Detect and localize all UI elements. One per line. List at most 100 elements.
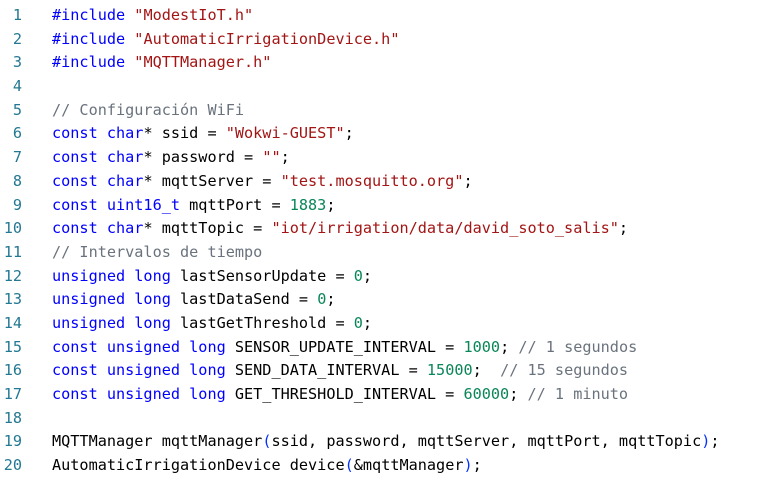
code-text: const char* mqttServer = "test.mosquitto… [52,170,473,194]
code-line[interactable]: 15 const unsigned long SENSOR_UPDATE_INTE… [0,336,757,360]
code-line[interactable]: 10 const char* mqttTopic = "iot/irrigatio… [0,217,757,241]
code-token: // Configuración WiFi [52,100,245,119]
line-number: 12 [3,266,22,285]
code-token: const char [52,171,144,190]
code-token: ssid, password, mqttServer, mqttPort, mq… [271,432,702,451]
code-token: ; [509,385,528,403]
code-token: ; [618,219,629,238]
code-token: ; [362,313,373,332]
code-line[interactable]: 18 [0,407,757,431]
code-line[interactable]: 2 #include "AutomaticIrrigationDevice.h" [0,28,757,52]
line-number: 20 [3,456,22,475]
code-token: ; [472,456,482,475]
code-token: // 1 segundos [518,337,638,356]
code-token: "test.mosquitto.org" [280,171,464,190]
line-number: 5 [12,100,22,119]
code-token: * mqttServer = [143,171,281,190]
line-number: 17 [3,385,22,403]
code-line[interactable]: 1 #include "ModestIoT.h" [0,4,757,28]
code-editor[interactable]: 1 #include "ModestIoT.h" 2 #include "Automa… [0,4,757,484]
code-text: const char* ssid = "Wokwi-GUEST"; [52,122,354,146]
line-number: 8 [12,171,22,190]
code-text: const char* mqttTopic = "iot/irrigation/… [52,217,628,241]
code-text: #include "AutomaticIrrigationDevice.h" [52,28,399,52]
line-number: 7 [12,148,22,167]
code-line[interactable]: 17 const unsigned long GET_THRESHOLD_INTE… [0,383,757,407]
code-line[interactable]: 5 // Configuración WiFi [0,99,757,123]
code-text: unsigned long lastDataSend = 0; [52,288,336,312]
code-line[interactable]: 9 const uint16_t mqttPort = 1883; [0,194,757,218]
code-token: lastSensorUpdate = [170,266,354,285]
code-text: unsigned long lastGetThreshold = 0; [52,312,372,336]
code-text: MQTTManager mqttManager(ssid, password, … [52,430,720,454]
code-text: const char* password = ""; [52,146,290,170]
line-number: 10 [3,219,22,238]
code-token: // Intervalos de tiempo [52,242,263,261]
code-line[interactable]: 19 MQTTManager mqttManager(ssid, password… [0,430,757,454]
line-number: 15 [3,337,22,356]
code-line[interactable]: 4 [0,75,757,99]
line-number: 19 [3,432,22,451]
line-number: 14 [3,313,22,332]
code-token: AutomaticIrrigationDevice device [52,456,345,475]
code-token: ; [500,337,519,356]
code-text: unsigned long lastSensorUpdate = 0; [52,265,372,289]
line-number: 4 [12,77,22,96]
code-text: AutomaticIrrigationDevice device(&mqttMa… [52,454,482,478]
line-number: 3 [12,53,22,72]
code-token: "Wokwi-GUEST" [225,124,345,143]
line-number: 6 [12,124,22,143]
line-number: 9 [12,195,22,214]
code-token: const char [52,219,144,238]
code-text: const unsigned long GET_THRESHOLD_INTERV… [52,383,628,407]
code-token: ; [326,195,336,214]
code-text: const unsigned long SENSOR_UPDATE_INTERV… [52,336,637,360]
code-token: #include [52,29,135,48]
code-token: "AutomaticIrrigationDevice.h" [134,29,400,48]
code-token: #include [52,53,135,72]
code-token: 0 [353,313,363,332]
code-token: "" [262,148,281,167]
code-token: 0 [353,266,363,285]
code-token: 60000 [463,385,510,403]
code-line[interactable]: 3 #include "MQTTManager.h" [0,51,757,75]
code-line[interactable]: 20 AutomaticIrrigationDevice device(&mqtt… [0,454,757,478]
code-token: const unsigned long [52,337,226,356]
code-text: #include "ModestIoT.h" [52,4,253,28]
code-token: ; [344,124,354,143]
code-token: SENSOR_UPDATE_INTERVAL = [225,337,464,356]
line-number: 18 [3,408,22,427]
code-token: ( [344,456,354,475]
code-line[interactable]: 12 unsigned long lastSensorUpdate = 0; [0,265,757,289]
code-line[interactable]: 6 const char* ssid = "Wokwi-GUEST"; [0,122,757,146]
code-token: unsigned long [52,290,171,309]
code-token: GET_THRESHOLD_INTERVAL = [225,385,464,403]
code-token: ) [463,456,473,475]
code-token: const unsigned long [52,385,226,403]
code-token: unsigned long [52,313,171,332]
code-token: const unsigned long [52,361,226,380]
line-number: 16 [3,361,22,380]
code-line[interactable]: 13 unsigned long lastDataSend = 0; [0,288,757,312]
code-token: const uint16_t [52,195,181,214]
line-number: 1 [12,6,22,24]
code-token: * password = [143,148,263,167]
code-line[interactable]: 11 // Intervalos de tiempo [0,241,757,265]
code-token: 1000 [463,337,501,356]
code-token: unsigned long [52,266,171,285]
code-token: ; [472,361,501,380]
code-line[interactable]: 8 const char* mqttServer = "test.mosquitt… [0,170,757,194]
code-token: MQTTManager mqttManager [52,432,263,451]
code-line[interactable]: 16 const unsigned long SEND_DATA_INTERVAL… [0,359,757,383]
code-token: * mqttTopic = [143,219,272,238]
code-token: ; [326,290,336,309]
code-text: const unsigned long SEND_DATA_INTERVAL =… [52,359,628,383]
code-token: "iot/irrigation/data/david_soto_salis" [271,219,619,238]
code-token: lastGetThreshold = [170,313,354,332]
code-token: #include [52,6,135,24]
code-token: SEND_DATA_INTERVAL = [225,361,427,380]
code-token: 0 [317,290,327,309]
code-line[interactable]: 14 unsigned long lastGetThreshold = 0; [0,312,757,336]
code-line[interactable]: 7 const char* password = ""; [0,146,757,170]
code-token: const char [52,124,144,143]
